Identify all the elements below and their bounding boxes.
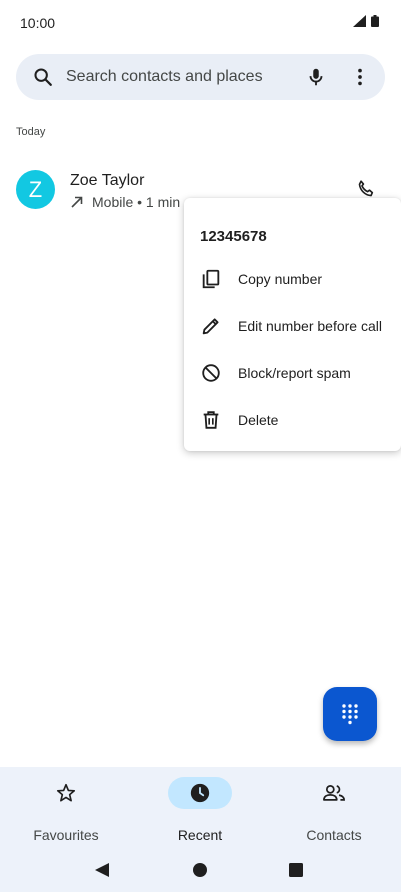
status-bar: 10:00	[0, 0, 401, 44]
search-input[interactable]: Search contacts and places	[66, 68, 263, 86]
search-icon	[34, 68, 52, 86]
system-navigation	[0, 852, 401, 888]
context-menu: 12345678 Copy number Edit number before …	[184, 198, 401, 451]
trash-icon	[203, 411, 219, 429]
menu-item-copy-number[interactable]: Copy number	[184, 256, 401, 303]
star-icon	[56, 783, 76, 802]
signal-icon	[353, 15, 366, 27]
menu-item-block-spam[interactable]: Block/report spam	[184, 350, 401, 397]
dialpad-button[interactable]	[323, 687, 377, 741]
tab-label: Favourites	[33, 827, 99, 843]
section-label-today: Today	[16, 126, 46, 138]
copy-icon	[202, 269, 220, 289]
avatar[interactable]: Z	[16, 170, 55, 209]
call-detail-text: Mobile • 1 min a	[92, 194, 192, 210]
clock-icon	[190, 783, 210, 803]
tab-favourites[interactable]: Favourites	[6, 777, 126, 847]
menu-item-delete[interactable]: Delete	[184, 397, 401, 444]
dialpad-icon	[342, 704, 358, 725]
status-icons	[353, 15, 379, 27]
search-bar[interactable]: Search contacts and places	[16, 54, 385, 100]
more-vert-icon[interactable]	[349, 66, 371, 88]
outgoing-arrow-icon	[71, 196, 83, 208]
contact-name: Zoe Taylor	[70, 172, 145, 189]
block-icon	[202, 364, 220, 382]
menu-item-label: Delete	[238, 412, 279, 428]
menu-item-label: Copy number	[238, 271, 323, 287]
call-detail: Mobile • 1 min a	[70, 194, 192, 210]
back-icon[interactable]	[92, 860, 112, 880]
battery-icon	[371, 15, 379, 27]
menu-phone-number: 12345678	[200, 228, 267, 245]
menu-item-label: Block/report spam	[238, 365, 351, 381]
phone-icon[interactable]	[355, 178, 377, 200]
tab-label: Recent	[177, 827, 223, 843]
people-icon	[323, 784, 345, 801]
tab-recent[interactable]: Recent	[140, 777, 260, 847]
menu-item-label: Edit number before call	[238, 318, 382, 334]
status-time: 10:00	[20, 15, 56, 31]
pencil-icon	[202, 318, 219, 335]
microphone-icon[interactable]	[305, 65, 327, 89]
menu-item-edit-number[interactable]: Edit number before call	[184, 303, 401, 350]
tab-contacts[interactable]: Contacts	[274, 777, 394, 847]
bottom-navigation: Favourites Recent Contacts	[0, 767, 401, 892]
tab-label: Contacts	[306, 827, 362, 843]
home-icon[interactable]	[190, 860, 210, 880]
recents-icon[interactable]	[286, 860, 306, 880]
